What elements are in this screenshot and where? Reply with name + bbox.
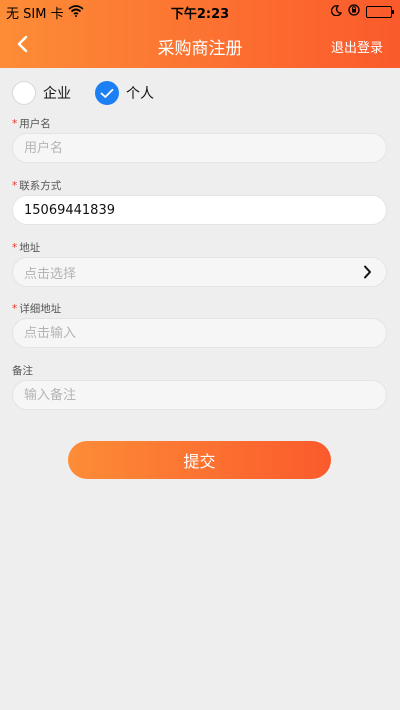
username-field: * 用户名 — [12, 118, 387, 163]
contact-field: * 联系方式 — [12, 180, 387, 225]
detail-address-label: * 详细地址 — [12, 303, 62, 315]
username-label: * 用户名 — [12, 118, 51, 130]
required-mark: * — [12, 180, 18, 192]
username-input-box — [12, 133, 387, 163]
submit-button[interactable]: 提交 — [68, 441, 331, 479]
address-label: * 地址 — [12, 242, 41, 254]
logout-button[interactable]: 退出登录 — [331, 37, 383, 56]
radio-label-personal: 个人 — [126, 86, 154, 102]
detail-address-input-box — [12, 318, 387, 348]
remark-label: 备注 — [12, 365, 33, 377]
status-bar: 无 SIM 卡 下午2:23 — [0, 0, 400, 22]
radio-option-enterprise[interactable]: 企业 — [12, 81, 71, 105]
account-type-selector: 企业 个人 — [12, 80, 178, 106]
radio-option-personal[interactable]: 个人 — [95, 81, 154, 105]
battery-icon — [366, 6, 394, 18]
remark-field: 备注 — [12, 365, 387, 410]
contact-input[interactable] — [13, 196, 355, 224]
contact-label: * 联系方式 — [12, 180, 62, 192]
address-picker-placeholder: 点击选择 — [24, 266, 77, 282]
status-right — [330, 4, 394, 20]
required-mark: * — [12, 242, 18, 254]
radio-label-enterprise: 企业 — [43, 86, 71, 102]
orientation-lock-icon — [348, 4, 360, 20]
chevron-right-icon — [364, 265, 371, 279]
header: 无 SIM 卡 下午2:23 采购商注册 退出登录 — [0, 0, 400, 68]
remark-input[interactable] — [13, 381, 355, 409]
address-field: * 地址 点击选择 — [12, 242, 387, 287]
radio-unchecked-icon — [12, 81, 36, 105]
address-picker[interactable]: 点击选择 — [12, 257, 387, 287]
detail-address-field: * 详细地址 — [12, 303, 387, 348]
navbar: 采购商注册 退出登录 — [0, 22, 400, 68]
required-mark: * — [12, 118, 18, 130]
contact-input-box — [12, 195, 387, 225]
detail-address-input[interactable] — [13, 319, 355, 347]
moon-icon — [330, 4, 343, 20]
remark-input-box — [12, 380, 387, 410]
username-input[interactable] — [13, 134, 355, 162]
required-mark: * — [12, 303, 18, 315]
radio-checked-icon — [95, 81, 119, 105]
